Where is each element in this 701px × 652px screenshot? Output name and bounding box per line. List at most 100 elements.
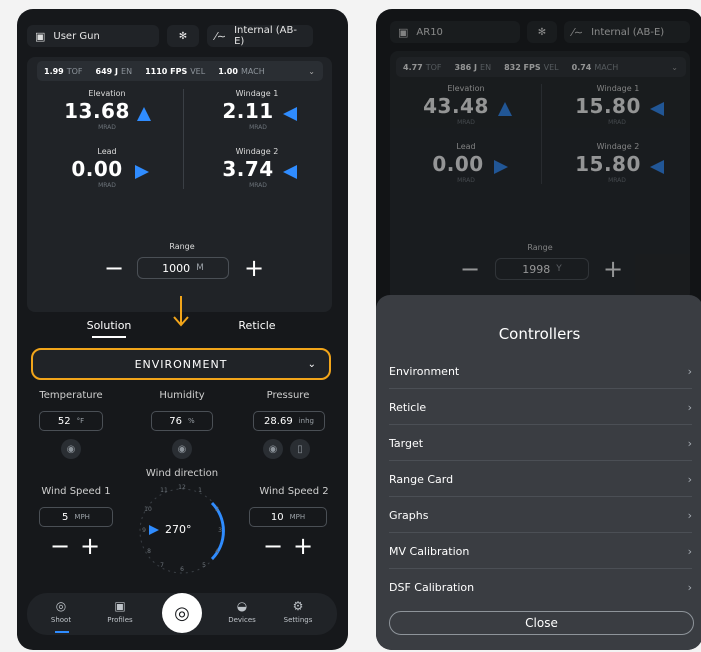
wind-speed1-value: 5 [62, 511, 69, 523]
range-increment-button[interactable]: + [242, 256, 266, 280]
elevation-label: Elevation [447, 84, 485, 93]
windage1-unit: MRAD [249, 124, 267, 131]
device-name: Internal (AB-E) [234, 25, 297, 47]
velocity-value: 832 FPS [504, 62, 541, 72]
pressure-field[interactable]: 28.69 inhg [253, 411, 325, 431]
humidity-field[interactable]: 76% [151, 411, 213, 431]
range-decrement-button[interactable]: − [102, 256, 126, 280]
wind-speed1-decrement-button[interactable]: − [48, 534, 72, 558]
energy-value: 649 J [95, 66, 119, 76]
controller-item-reticle[interactable]: Reticle › [389, 390, 692, 425]
pressure-value: 28.69 [264, 415, 293, 427]
chevron-right-icon: › [687, 508, 692, 522]
windage1-unit: MRAD [608, 119, 626, 126]
id-card-icon: ▣ [398, 25, 409, 39]
pressure-unit: inhg [298, 417, 314, 425]
controller-item-mv-calibration[interactable]: MV Calibration › [389, 534, 692, 569]
arrow-up-icon [498, 102, 512, 116]
range-decrement-button[interactable]: − [458, 257, 482, 281]
pressure-label: Pressure [266, 390, 310, 401]
ballistics-stats-bar[interactable]: 1.99 TOF 649 J EN 1110 FPS VEL 1.00 MACH ⌄ [37, 61, 323, 81]
windage2-value: 3.74 [222, 157, 274, 181]
wireless-icon[interactable]: ◉ [172, 439, 192, 459]
clock-label: 12 [178, 484, 186, 491]
column-divider [183, 89, 184, 189]
windage2-value: 15.80 [575, 152, 641, 176]
wind-speed2-field[interactable]: 10 MPH [249, 507, 327, 527]
controller-item-graphs[interactable]: Graphs › [389, 498, 692, 533]
lead-unit: MRAD [457, 177, 475, 184]
velocity-value: 1110 FPS [145, 66, 188, 76]
tab-solution[interactable]: Solution [69, 319, 149, 332]
close-button[interactable]: Close [389, 611, 694, 635]
profile-selector[interactable]: ▣ AR10 [390, 21, 520, 43]
elevation-value: 43.48 [423, 94, 489, 118]
controller-item-label: MV Calibration [389, 544, 470, 558]
device-selector[interactable]: ⁄∼ Internal (AB-E) [564, 21, 690, 43]
clock-label: 10 [144, 506, 152, 513]
controller-item-environment[interactable]: Environment › [389, 354, 692, 389]
wind-speed1-field[interactable]: 5 MPH [39, 507, 113, 527]
center-shoot-button[interactable]: ◎ [162, 593, 202, 633]
nav-devices[interactable]: ◒ Devices [219, 599, 265, 624]
controller-item-target[interactable]: Target › [389, 426, 692, 461]
environment-dropdown[interactable]: ENVIRONMENT ⌄ [31, 348, 331, 380]
device-selector[interactable]: ⁄∼ Internal (AB-E) [207, 25, 313, 47]
windage2-label: Windage 2 [596, 142, 640, 151]
lead-value: 0.00 [71, 157, 123, 181]
nav-active-indicator [55, 631, 69, 633]
bluetooth-button[interactable]: ✻ [527, 21, 557, 43]
arrow-left-icon [650, 160, 664, 174]
temperature-field[interactable]: 52 °F [39, 411, 103, 431]
windage1-value: 15.80 [575, 94, 641, 118]
nav-shoot-label: Shoot [50, 616, 72, 624]
wind-speed2-decrement-button[interactable]: − [261, 534, 285, 558]
nav-devices-label: Devices [228, 616, 256, 624]
phone-sensor-icon[interactable]: ▯ [290, 439, 310, 459]
crosshair-icon: ◎ [174, 602, 190, 624]
temperature-label: Temperature [39, 390, 103, 401]
tab-reticle[interactable]: Reticle [217, 319, 297, 332]
temperature-value: 52 [57, 415, 71, 427]
nav-shoot[interactable]: ◎ Shoot [41, 599, 81, 624]
wind-direction-marker-icon [149, 525, 159, 535]
nav-profiles[interactable]: ▣ Profiles [97, 599, 143, 624]
energy-unit: EN [121, 66, 133, 76]
phone-left-screen: ▣ User Gun ✻ ⁄∼ Internal (AB-E) 1.99 TOF … [17, 9, 348, 650]
controller-item-range-card[interactable]: Range Card › [389, 462, 692, 497]
windage1-label: Windage 1 [596, 84, 640, 93]
wind-speed2-increment-button[interactable]: + [291, 534, 315, 558]
arrow-up-icon [137, 107, 151, 121]
clock-label: 3 [218, 527, 222, 534]
bluetooth-button[interactable]: ✻ [167, 25, 199, 47]
wind-speed2-unit: MPH [289, 513, 306, 521]
wireless-icon[interactable]: ◉ [61, 439, 81, 459]
wireless-icon[interactable]: ◉ [263, 439, 283, 459]
range-input[interactable]: 1000 M [137, 257, 229, 279]
elevation-value: 13.68 [64, 99, 130, 123]
lead-label: Lead [456, 142, 476, 151]
column-divider [541, 84, 542, 184]
mach-value: 1.00 [218, 66, 238, 76]
nav-settings[interactable]: ⚙ Settings [275, 599, 321, 624]
profile-selector[interactable]: ▣ User Gun [27, 25, 159, 47]
ballistics-stats-bar[interactable]: 4.77 TOF 386 J EN 832 FPS VEL 0.74 MACH ⌄ [396, 57, 686, 77]
phone-right-screen: ▣ AR10 ✻ ⁄∼ Internal (AB-E) 4.77 TOF 386 … [376, 9, 701, 650]
nav-settings-label: Settings [283, 616, 313, 624]
elevation-unit: MRAD [457, 119, 475, 126]
crosshair-icon: ◎ [55, 599, 67, 613]
tof-value: 4.77 [403, 62, 423, 72]
clock-label: 2 [215, 506, 219, 513]
range-input[interactable]: 1998 Y [495, 258, 589, 280]
wind-speed1-increment-button[interactable]: + [78, 534, 102, 558]
id-card-icon: ▣ [114, 599, 126, 613]
tab-active-indicator [92, 336, 126, 338]
energy-unit: EN [480, 62, 492, 72]
controller-item-dsf-calibration[interactable]: DSF Calibration › [389, 570, 692, 605]
chevron-right-icon: › [687, 400, 692, 414]
tof-unit: TOF [66, 66, 83, 76]
range-increment-button[interactable]: + [601, 257, 625, 281]
controller-item-label: Graphs [389, 508, 429, 522]
device-icon: ◒ [236, 599, 248, 613]
clock-label: 8 [147, 548, 151, 555]
